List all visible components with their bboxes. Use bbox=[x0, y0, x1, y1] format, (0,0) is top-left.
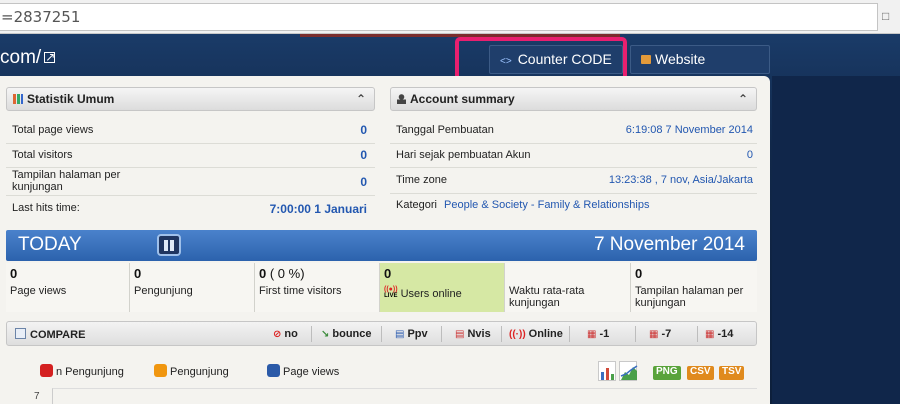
address-bar: =2837251 □ bbox=[0, 0, 900, 34]
today-cell-first-time: 0 ( 0 %) First time visitors bbox=[255, 263, 380, 312]
site-url: com/ bbox=[0, 47, 42, 68]
today-date: 7 November 2014 bbox=[593, 234, 745, 255]
user-icon bbox=[397, 94, 406, 104]
chart-icon: ▤ bbox=[455, 329, 465, 340]
today-cell-avg-time: Waktu rata-rata kunjungan bbox=[505, 263, 631, 312]
collapse-chevron-icon[interactable]: ⌃ bbox=[738, 88, 748, 110]
compare-ppv[interactable]: ▤ Ppv bbox=[395, 328, 428, 340]
broadcast-icon: ((·)) bbox=[509, 329, 526, 340]
live-icon: ((●)) LIVE bbox=[384, 286, 398, 299]
chart-icon: ▤ bbox=[395, 329, 405, 340]
compare-bar: COMPARE ⊘ no ↘ bounce ▤ Ppv ▤ Nvis ((·)) Onli… bbox=[6, 321, 757, 346]
legend-item-new-visitors[interactable]: n Pengunjung bbox=[40, 364, 124, 378]
calendar-icon: ▦ bbox=[705, 329, 715, 340]
compare-icon bbox=[15, 328, 26, 339]
account-row-created: Tanggal Pembuatan 6:19:08 7 November 201… bbox=[390, 118, 757, 144]
account-row-timezone: Time zone 13:23:38 , 7 nov, Asia/Jakarta bbox=[390, 168, 757, 194]
account-row-days: Hari sejak pembuatan Akun 0 bbox=[390, 144, 757, 168]
legend-item-visitors[interactable]: Pengunjung bbox=[154, 364, 229, 378]
today-bar: TODAY 7 November 2014 bbox=[6, 230, 757, 261]
bar-chart-icon bbox=[13, 94, 23, 104]
compare-bounce[interactable]: ↘ bounce bbox=[321, 328, 372, 340]
today-label: TODAY bbox=[18, 234, 82, 255]
account-box-header: Account summary ⌃ bbox=[390, 87, 757, 111]
export-tsv-button[interactable]: TSV bbox=[719, 366, 745, 380]
calendar-icon: ▦ bbox=[587, 329, 597, 340]
account-row-category: Kategori People & Society - Family & Rel… bbox=[396, 199, 650, 211]
bar-chart-icon[interactable] bbox=[598, 361, 616, 381]
no-entry-icon: ⊘ bbox=[273, 329, 282, 340]
bounce-icon: ↘ bbox=[321, 329, 330, 340]
stats-row-last-hits: Last hits time: 7:00:00 1 Januari bbox=[12, 202, 367, 216]
page-background-right bbox=[772, 76, 900, 404]
legend-item-page-views[interactable]: Page views bbox=[267, 364, 339, 378]
pause-button[interactable] bbox=[157, 234, 181, 256]
export-csv-button[interactable]: CSV bbox=[687, 366, 714, 380]
export-png-button[interactable]: PNG bbox=[653, 366, 681, 380]
compare-online[interactable]: ((·)) Online bbox=[509, 328, 563, 340]
highlight-annotation bbox=[455, 37, 627, 81]
compare-minus-7[interactable]: ▦ -7 bbox=[649, 328, 671, 340]
stats-row-page-views: Total page views 0 bbox=[6, 118, 375, 144]
compare-nvis[interactable]: ▤ Nvis bbox=[455, 328, 491, 340]
area-chart-icon[interactable] bbox=[619, 361, 638, 381]
external-link-icon[interactable]: ↗ bbox=[44, 51, 55, 63]
stats-box-header: Statistik Umum ⌃ bbox=[6, 87, 375, 111]
today-cell-page-views: 0 Page views bbox=[6, 263, 130, 312]
url-input[interactable]: =2837251 bbox=[0, 3, 878, 31]
legend-swatch bbox=[267, 364, 280, 377]
today-cell-visitors: 0 Pengunjung bbox=[130, 263, 255, 312]
chart-y-tick: 7 bbox=[34, 391, 40, 402]
website-account-button[interactable]: Website Account bbox=[630, 45, 770, 94]
today-cell-users-online: 0 ((●)) LIVE Users online bbox=[380, 263, 505, 312]
compare-none[interactable]: ⊘ no bbox=[273, 328, 298, 340]
folder-icon bbox=[641, 55, 651, 64]
bookmark-icon[interactable]: □ bbox=[882, 9, 896, 25]
today-cell-pages-per-visit: 0 Tampilan halaman per kunjungan bbox=[631, 263, 757, 312]
site-link[interactable]: com/↗ bbox=[0, 47, 55, 69]
stats-row-visitors: Total visitors 0 bbox=[6, 144, 375, 168]
legend-swatch bbox=[154, 364, 167, 377]
calendar-icon: ▦ bbox=[649, 329, 659, 340]
legend-swatch bbox=[40, 364, 53, 377]
stats-row-pages-per-visit: Tampilan halaman per kunjungan 0 bbox=[6, 168, 375, 196]
compare-minus-14[interactable]: ▦ -14 bbox=[705, 328, 733, 340]
category-link[interactable]: People & Society - Family & Relationship… bbox=[444, 199, 649, 211]
compare-minus-1[interactable]: ▦ -1 bbox=[587, 328, 609, 340]
chart-area bbox=[52, 388, 757, 404]
pause-icon bbox=[164, 240, 168, 251]
collapse-chevron-icon[interactable]: ⌃ bbox=[356, 88, 366, 110]
